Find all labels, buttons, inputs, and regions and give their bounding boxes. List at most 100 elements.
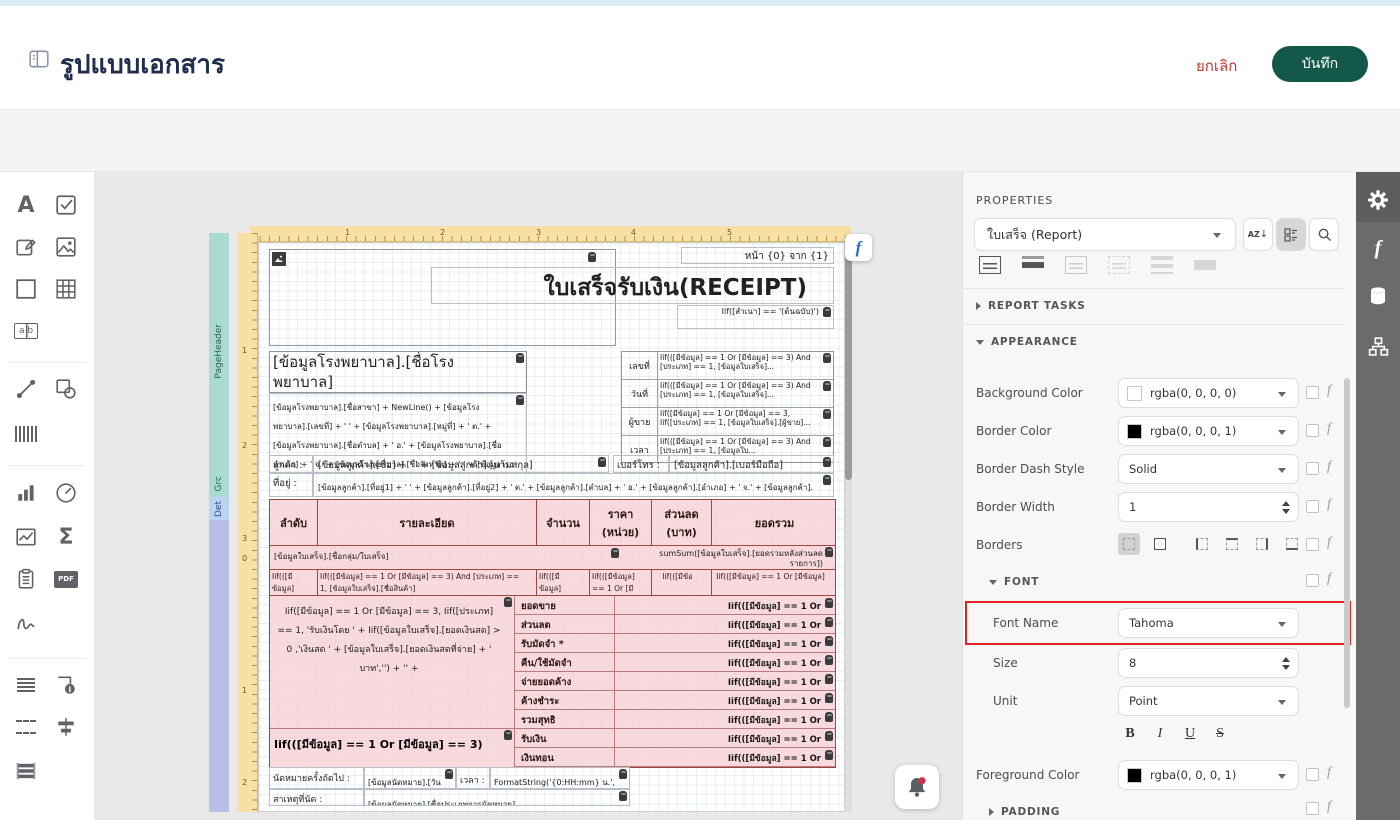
column-header[interactable]: ส่วนลด (บาท) [652,500,712,545]
function-icon[interactable]: f [1327,535,1331,551]
border-dash-select[interactable]: Solid [1118,454,1299,484]
reason-value-element[interactable]: [ข้อมูลนัดหมาย].[ชื่อประเภทการนัดหมาย] [364,789,630,806]
functions-icon[interactable]: f [1356,226,1400,270]
strikethrough-button[interactable]: S [1208,724,1232,744]
clipboard-tool-icon[interactable] [9,562,43,596]
report-tree-icon[interactable] [1356,324,1400,368]
property-checkbox[interactable] [1306,386,1319,399]
column-header[interactable]: รายละเอียด [318,500,537,545]
canvas-scrollbar-thumb[interactable] [845,242,852,480]
detail-cell[interactable]: Iif(([มีข้อมูล] [270,570,318,595]
properties-gear-icon[interactable] [1356,178,1400,222]
summary-row[interactable]: รับเงิน Iif(([มีข้อมูล] == 1 Or [515,729,835,748]
align-option-icon[interactable] [1194,256,1216,274]
appointment-label-element[interactable]: นัดหมายครั้งถัดไป : [269,767,364,789]
detail-cell[interactable]: Iif(([มีข้อ [652,570,712,595]
shape-tool-icon[interactable] [49,372,83,406]
summary-row[interactable]: รวมสุทธิ Iif(([มีข้อมูล] == 1 Or [515,710,835,729]
pdf-export-tool-icon[interactable]: PDF [49,562,83,596]
column-header[interactable]: ยอดรวม [712,500,837,545]
line-tool-icon[interactable] [9,372,43,406]
receipt-info-row[interactable]: ผู้ขาย Iif([มีข้อมูล] == 1 Or [มีข้อมูล]… [622,408,833,436]
sparkline-tool-icon[interactable] [9,520,43,554]
underline-button[interactable]: U [1178,724,1202,744]
function-icon[interactable]: f [1327,765,1331,781]
align-option-icon[interactable] [1022,256,1044,274]
align-option-icon[interactable] [1108,256,1130,274]
detail-cell[interactable]: Iif(([มีข้อมูล] [537,570,590,595]
stepper-arrows[interactable] [1282,500,1290,514]
align-option-icon[interactable] [979,256,1001,274]
appointment-date-element[interactable]: [ข้อมูลนัดหมาย].[วันที่นัด] [364,767,456,789]
property-checkbox[interactable] [1306,538,1319,551]
italic-button[interactable]: I [1148,724,1172,744]
section-report-tasks[interactable]: REPORT TASKS [976,300,1086,312]
data-band-tool-icon[interactable] [9,668,43,702]
stepper-arrows[interactable] [1282,656,1290,670]
font-size-stepper[interactable]: 8 [1118,648,1299,678]
foreground-color-select[interactable]: rgba(0, 0, 0, 1) [1118,760,1299,790]
phone-label-element[interactable]: เบอร์โทร : [613,455,669,473]
notification-bell-button[interactable] [895,765,939,809]
function-icon[interactable]: f [1327,497,1331,513]
summary-row[interactable]: เงินทอน Iif(([มีข้อมูล] == 1 Or [515,748,835,767]
borders-top-button[interactable] [1221,533,1243,555]
property-checkbox[interactable] [1306,574,1319,587]
border-width-stepper[interactable]: 1 [1118,492,1299,522]
element-selector[interactable]: ใบเสร็จ (Report) [974,218,1236,251]
property-checkbox[interactable] [1306,768,1319,781]
band-brackets-tool-icon[interactable] [9,710,43,744]
function-icon[interactable]: f [1327,799,1331,815]
borders-bottom-button[interactable] [1281,533,1303,555]
group-row[interactable]: [ข้อมูลใบเสร็จ].[ชื่อกลุ่ม/ใบเสร็จ] sumS… [270,546,835,570]
column-header[interactable]: จำนวน [537,500,590,545]
summary-row[interactable]: ส่วนลด Iif(([มีข้อมูล] == 1 Or [515,615,835,634]
panel-scrollbar-thumb[interactable] [1344,378,1350,708]
function-icon[interactable]: f [1327,459,1331,475]
receipt-info-table[interactable]: เลขที่ Iif(([มีข้อมูล] == 1 Or [มีข้อมูล… [621,351,834,463]
rich-text-tool-icon[interactable] [9,230,43,264]
summary-row[interactable]: ค้างชำระ Iif(([มีข้อมูล] == 1 Or [515,691,835,710]
align-center-tool-icon[interactable] [49,710,83,744]
address-value-element[interactable]: [ข้อมูลลูกค้า].[ที่อยู่1] + ' ' + [ข้อมู… [313,473,834,497]
customer-label-element[interactable]: ลูกค้า : [269,455,313,473]
math-formula-tool-icon[interactable]: Σ [49,520,83,554]
page-number-element[interactable]: หน้า {0} จาก {1} [681,247,834,264]
appointment-time-element[interactable]: FormatString('{0:HH:mm} น.', [ข้อมูลนัดห… [490,767,630,789]
info-panel-tool-icon[interactable] [49,668,83,702]
borders-left-button[interactable] [1191,533,1213,555]
borders-right-button[interactable] [1251,533,1273,555]
appointment-time-label-element[interactable]: เวลา : [456,767,490,789]
column-header[interactable]: ลำดับ [270,500,318,545]
text-in-cells-tool-icon[interactable]: a b [9,314,43,348]
font-name-select[interactable]: Tahoma [1118,608,1299,638]
borders-outline-button[interactable] [1149,533,1171,555]
section-padding[interactable]: PADDING [989,806,1060,818]
panel-tool-icon[interactable] [9,272,43,306]
save-button[interactable]: บันทึก [1272,46,1368,82]
hospital-name-element[interactable]: [ข้อมูลโรงพยาบาล].[ชื่อโรงพยาบาล] [269,351,527,393]
address-label-element[interactable]: ที่อยู่ : [269,473,313,497]
report-title-element[interactable]: ใบเสร็จรับเงิน(RECEIPT) [431,267,834,304]
detail-cell[interactable]: Iif(([มีข้อมูล] == 1 Or [มีข้อมูล] [712,570,837,595]
function-icon[interactable]: f [1327,571,1331,587]
summary-row[interactable]: ยอดขาย Iif(([มีข้อมูล] == 1 Or [515,596,835,615]
band-stack-tool-icon[interactable] [9,754,43,788]
table-tool-icon[interactable] [49,272,83,306]
property-checkbox[interactable] [1306,424,1319,437]
detail-cell[interactable]: Iif(([มีข้อมูล] == 1 Or [มี [590,570,652,595]
property-checkbox[interactable] [1306,500,1319,513]
property-checkbox[interactable] [1306,462,1319,475]
text-tool-icon[interactable]: A [9,188,43,222]
customer-name-element[interactable]: [ข้อมูลลูกค้า].[ชื่อ] + ' ' + [ข้อมูลลูก… [313,455,609,473]
property-checkbox[interactable] [1306,802,1319,815]
column-header[interactable]: ราคา (หน่วย) [590,500,652,545]
barcode-tool-icon[interactable] [9,417,43,451]
category-view-button[interactable] [1276,218,1306,251]
copy-flag-element[interactable]: Iif([สำเนา] == '(ต้นฉบับ)') [677,305,834,329]
checkbox-tool-icon[interactable] [49,188,83,222]
receipt-info-row[interactable]: เลขที่ Iif(([มีข้อมูล] == 1 Or [มีข้อมูล… [622,352,833,380]
summary-row[interactable]: จ่ายยอดค้าง Iif(([มีข้อมูล] == 1 Or [515,672,835,691]
signature-tool-icon[interactable] [9,606,43,640]
align-option-icon[interactable] [1065,256,1087,274]
